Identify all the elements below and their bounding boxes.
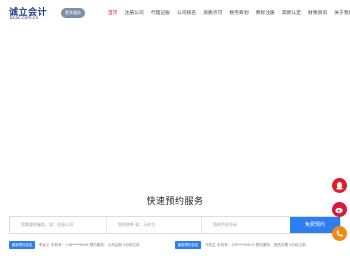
- nav-item-home[interactable]: 首页: [108, 10, 118, 18]
- phone-icon: [332, 226, 347, 241]
- weibo-icon: [332, 202, 347, 217]
- qq-float-button[interactable]: [332, 178, 347, 193]
- phone-float-button[interactable]: [332, 226, 347, 241]
- ticker-entry: 李女士 手机号：138****6936 预约服务：公司注册 5分钟之前: [39, 243, 140, 247]
- logo[interactable]: 诚立会计 bcac.com.cn: [9, 5, 57, 21]
- nav-item-about[interactable]: 关于我们: [334, 10, 350, 18]
- ticker-tag: 最新预约信息: [9, 241, 35, 249]
- service-input[interactable]: 您需要的服务，如：注册公司: [10, 217, 106, 233]
- weibo-float-button[interactable]: [332, 202, 347, 217]
- nav-item-name-check[interactable]: 公司核名: [177, 10, 196, 18]
- ticker-entry: 马先生 手机号：135****8513 预约服务：资质办理 5分钟之前: [205, 243, 306, 247]
- nav-item-bookkeeping[interactable]: 代理记账: [151, 10, 170, 18]
- phone-input[interactable]: 您的手机号码: [201, 217, 292, 233]
- nav-item-register-company[interactable]: 注册公司: [125, 10, 144, 18]
- more-services-badge[interactable]: 更多服务: [61, 8, 85, 18]
- nav-item-license[interactable]: 资质许可: [203, 10, 222, 18]
- nav-item-hightech[interactable]: 高新认定: [282, 10, 301, 18]
- booking-ticker: 最新预约信息 李女士 手机号：138****6936 预约服务：公司注册 5分钟…: [9, 241, 341, 250]
- site-header: 诚立会计 bcac.com.cn 更多服务 首页 注册公司 代理记账 公司核名 …: [0, 0, 350, 26]
- booking-form: 您需要的服务，如：注册公司 您的称呼 如：马先生 您的手机号码 免费预约: [9, 216, 341, 234]
- booking-title: 快速预约服务: [146, 197, 204, 207]
- nav-item-news[interactable]: 财税资讯: [308, 10, 327, 18]
- main-nav: 首页 注册公司 代理记账 公司核名 资质许可 税务筹划 商标注册 高新认定 财税…: [108, 10, 350, 18]
- qq-icon: [332, 178, 347, 193]
- ticker-tag: 最新预约信息: [175, 241, 201, 249]
- logo-domain: bcac.com.cn: [10, 16, 39, 21]
- nav-item-trademark[interactable]: 商标注册: [256, 10, 275, 18]
- name-input[interactable]: 您的称呼 如：马先生: [106, 217, 201, 233]
- nav-item-tax-planning[interactable]: 税务筹划: [229, 10, 248, 18]
